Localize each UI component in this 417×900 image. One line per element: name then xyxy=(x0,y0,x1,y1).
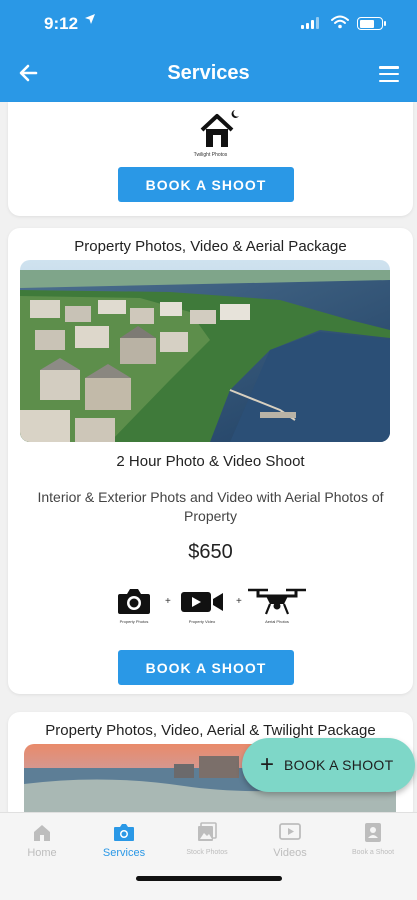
book-shoot-button-package[interactable]: BOOK A SHOOT xyxy=(118,650,294,685)
video-icon-caption: Property Video xyxy=(188,619,216,624)
tab-services-label: Services xyxy=(102,847,146,859)
camera-icon-caption: Property Photos xyxy=(119,619,149,624)
tab-home-label: Home xyxy=(27,847,57,859)
book-shoot-button-twilight[interactable]: BOOK A SHOOT xyxy=(118,167,294,202)
tab-stock-photos-label: Stock Photos xyxy=(186,849,228,856)
plus-icon: + xyxy=(260,751,275,778)
contact-icon xyxy=(365,823,381,842)
twilight-icon-caption: Twilight Photos xyxy=(193,152,228,158)
package-title: Property Photos, Video & Aerial Package xyxy=(74,238,347,255)
tab-stock-photos[interactable]: Stock Photos xyxy=(167,821,247,856)
tab-services[interactable]: Services xyxy=(84,821,164,859)
video-icon xyxy=(279,823,301,840)
house-moon-icon xyxy=(190,108,244,152)
status-time: 9:12 xyxy=(44,14,79,33)
location-arrow-icon xyxy=(84,13,96,28)
drone-icon xyxy=(246,586,308,623)
fab-label: BOOK A SHOOT xyxy=(284,757,394,773)
hamburger-menu-icon[interactable] xyxy=(379,66,399,82)
package-title-full: Property Photos, Video, Aerial & Twiligh… xyxy=(45,722,376,739)
service-card-twilight: Twilight Photos BOOK A SHOOT xyxy=(8,102,413,216)
status-bar: 9:12 xyxy=(0,0,417,52)
battery-icon xyxy=(357,17,386,30)
package-price: $650 xyxy=(188,541,233,563)
camera-icon xyxy=(114,824,134,841)
cellular-signal-icon xyxy=(301,17,319,29)
property-aerial-photo xyxy=(20,260,390,442)
bottom-tab-bar: Home Services Stock Photos Videos Book a… xyxy=(0,812,417,900)
book-shoot-fab[interactable]: + BOOK A SHOOT xyxy=(242,738,415,792)
page-title: Services xyxy=(167,62,250,84)
package-icons: Property Photos + Property Video + Aeria… xyxy=(112,586,308,628)
tab-home[interactable]: Home xyxy=(2,821,82,859)
tab-videos-label: Videos xyxy=(273,847,307,859)
home-indicator xyxy=(136,876,282,881)
home-icon xyxy=(34,825,50,841)
app-header: 9:12 Services xyxy=(0,0,417,102)
tab-videos[interactable]: Videos xyxy=(250,821,330,859)
drone-icon-caption: Aerial Photos xyxy=(265,619,289,624)
camera-icon xyxy=(116,586,152,621)
service-card-photo-video-aerial: Property Photos, Video & Aerial Package xyxy=(8,228,413,694)
tab-book-shoot[interactable]: Book a Shoot xyxy=(333,821,413,856)
video-icon xyxy=(180,590,224,619)
package-description: Interior & Exterior Phots and Video with… xyxy=(37,489,384,524)
package-subtitle: 2 Hour Photo & Video Shoot xyxy=(116,453,305,470)
wifi-icon xyxy=(331,15,349,34)
photos-icon xyxy=(198,822,217,841)
tab-book-shoot-label: Book a Shoot xyxy=(351,849,395,856)
